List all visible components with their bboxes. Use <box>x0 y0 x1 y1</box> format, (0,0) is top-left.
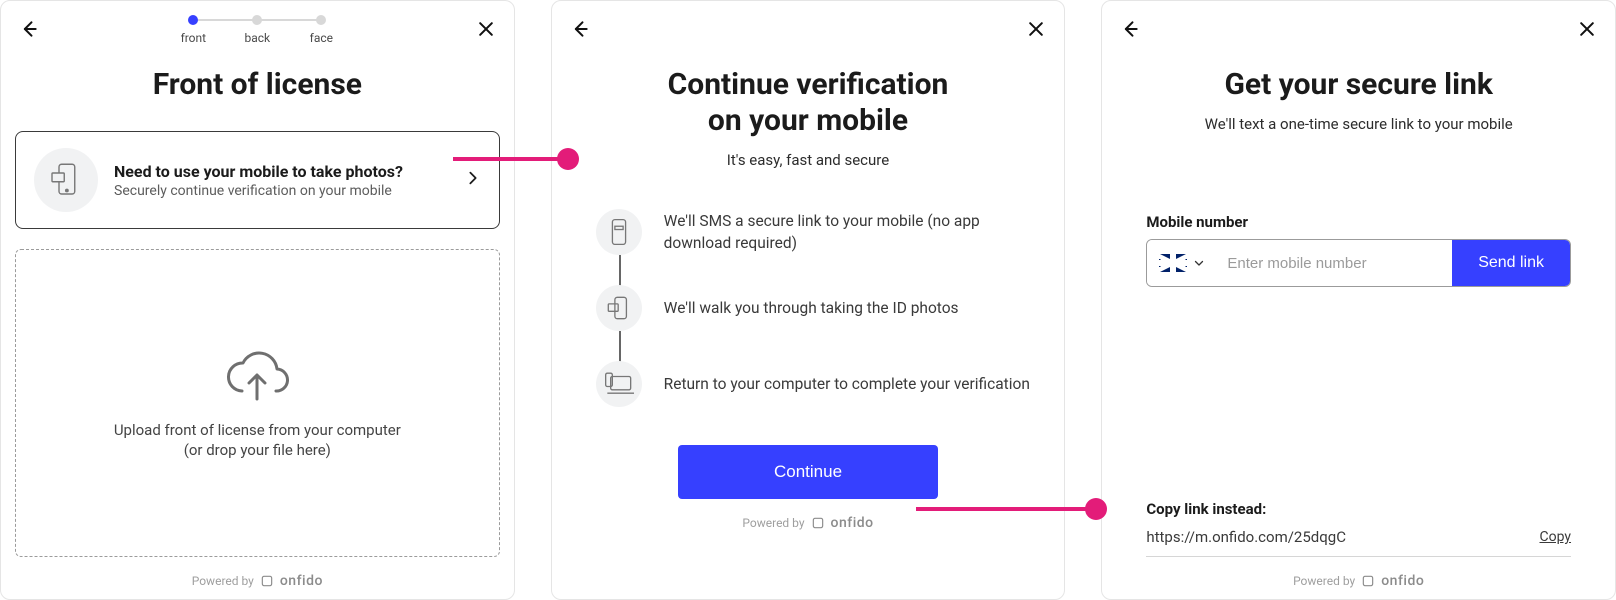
arrow-left-icon <box>570 19 590 39</box>
close-icon <box>1577 19 1597 39</box>
close-button[interactable] <box>1573 15 1601 43</box>
flow-arrow-dot-icon <box>557 148 579 170</box>
stepper-label: face <box>310 31 333 45</box>
arrow-left-icon <box>19 19 39 39</box>
back-button[interactable] <box>566 15 594 43</box>
footer: Powered by onfido <box>1116 573 1601 589</box>
arrow-left-icon <box>1120 19 1140 39</box>
info-step-text: Return to your computer to complete your… <box>664 373 1030 395</box>
chevron-right-icon <box>465 170 481 190</box>
title-line2: on your mobile <box>708 103 908 138</box>
copy-link-button[interactable]: Copy <box>1540 529 1572 545</box>
onfido-logo-icon <box>1361 574 1375 588</box>
brand-name: onfido <box>831 515 874 531</box>
brand-name: onfido <box>1381 573 1424 589</box>
page-title: Continue verification on your mobile <box>566 67 1051 139</box>
stepper-label: back <box>245 31 271 45</box>
phone-card-icon <box>34 148 98 212</box>
top-bar <box>566 15 1051 57</box>
flow-arrow-2 <box>916 507 1096 511</box>
panel-secure-link: Get your secure link We'll text a one-ti… <box>1101 0 1616 600</box>
mobile-card-subtitle: Securely continue verification on your m… <box>114 183 449 199</box>
page-subtitle: We'll text a one-time secure link to you… <box>1116 115 1601 133</box>
powered-by-label: Powered by <box>192 574 254 588</box>
stepper-line-icon <box>257 19 321 21</box>
stepper-label: front <box>181 31 207 45</box>
id-photo-icon <box>596 285 642 331</box>
mobile-card-text: Need to use your mobile to take photos? … <box>114 162 449 199</box>
close-button[interactable] <box>472 15 500 43</box>
cloud-upload-icon <box>222 347 292 407</box>
onfido-logo-icon <box>260 574 274 588</box>
close-icon <box>1026 19 1046 39</box>
close-icon <box>476 19 496 39</box>
copy-link-title: Copy link instead: <box>1146 500 1571 518</box>
mobile-number-input[interactable] <box>1215 240 1452 286</box>
top-bar: front back face <box>15 15 500 57</box>
stepper-line-icon <box>193 19 257 21</box>
footer: Powered by onfido <box>566 515 1051 531</box>
back-button[interactable] <box>1116 15 1144 43</box>
copy-link-row: https://m.onfido.com/25dqgC Copy <box>1146 528 1571 557</box>
stepper-dot-icon <box>316 15 326 25</box>
top-bar <box>1116 15 1601 57</box>
chevron-down-icon <box>1193 257 1205 269</box>
title-line1: Continue verification <box>668 67 949 102</box>
stepper-dot-icon <box>252 15 262 25</box>
page-title: Get your secure link <box>1116 67 1601 103</box>
footer: Powered by onfido <box>15 573 500 589</box>
mobile-card-title: Need to use your mobile to take photos? <box>114 162 449 181</box>
info-step-text: We'll walk you through taking the ID pho… <box>664 297 959 319</box>
phone-form: Mobile number Send link <box>1116 213 1601 287</box>
use-mobile-card[interactable]: Need to use your mobile to take photos? … <box>15 131 500 229</box>
computer-return-icon <box>596 361 642 407</box>
onfido-logo-icon <box>811 516 825 530</box>
secure-link-url: https://m.onfido.com/25dqgC <box>1146 528 1346 546</box>
continue-button[interactable]: Continue <box>678 445 938 499</box>
brand-name: onfido <box>280 573 323 589</box>
sms-phone-icon <box>596 209 642 255</box>
stepper-step-front: front <box>161 15 225 45</box>
upload-dropzone[interactable]: Upload front of license from your comput… <box>15 249 500 557</box>
stepper: front back face <box>161 15 353 45</box>
back-button[interactable] <box>15 15 43 43</box>
page-title: Front of license <box>15 67 500 103</box>
page-subtitle: It's easy, fast and secure <box>566 151 1051 169</box>
country-select[interactable] <box>1147 240 1215 286</box>
mobile-number-label: Mobile number <box>1146 213 1571 231</box>
info-step: We'll SMS a secure link to your mobile (… <box>596 209 1031 255</box>
info-step-text: We'll SMS a secure link to your mobile (… <box>664 210 1031 255</box>
uk-flag-icon <box>1159 254 1187 272</box>
flow-arrow-1 <box>453 157 568 161</box>
panel-front-of-license: front back face Front of license <box>0 0 515 600</box>
phone-icon <box>45 159 87 201</box>
upload-text-line2: (or drop your file here) <box>184 441 331 459</box>
powered-by-label: Powered by <box>1293 574 1355 588</box>
flow-arrow-dot-icon <box>1085 498 1107 520</box>
info-step: Return to your computer to complete your… <box>596 361 1031 407</box>
close-button[interactable] <box>1022 15 1050 43</box>
powered-by-label: Powered by <box>742 516 804 530</box>
phone-input-row: Send link <box>1146 239 1571 287</box>
info-steps-list: We'll SMS a secure link to your mobile (… <box>566 209 1051 407</box>
info-step: We'll walk you through taking the ID pho… <box>596 285 1031 331</box>
send-link-button[interactable]: Send link <box>1452 240 1570 286</box>
upload-text-line1: Upload front of license from your comput… <box>114 421 401 439</box>
stepper-dot-icon <box>188 15 198 25</box>
copy-link-section: Copy link instead: https://m.onfido.com/… <box>1116 500 1601 557</box>
